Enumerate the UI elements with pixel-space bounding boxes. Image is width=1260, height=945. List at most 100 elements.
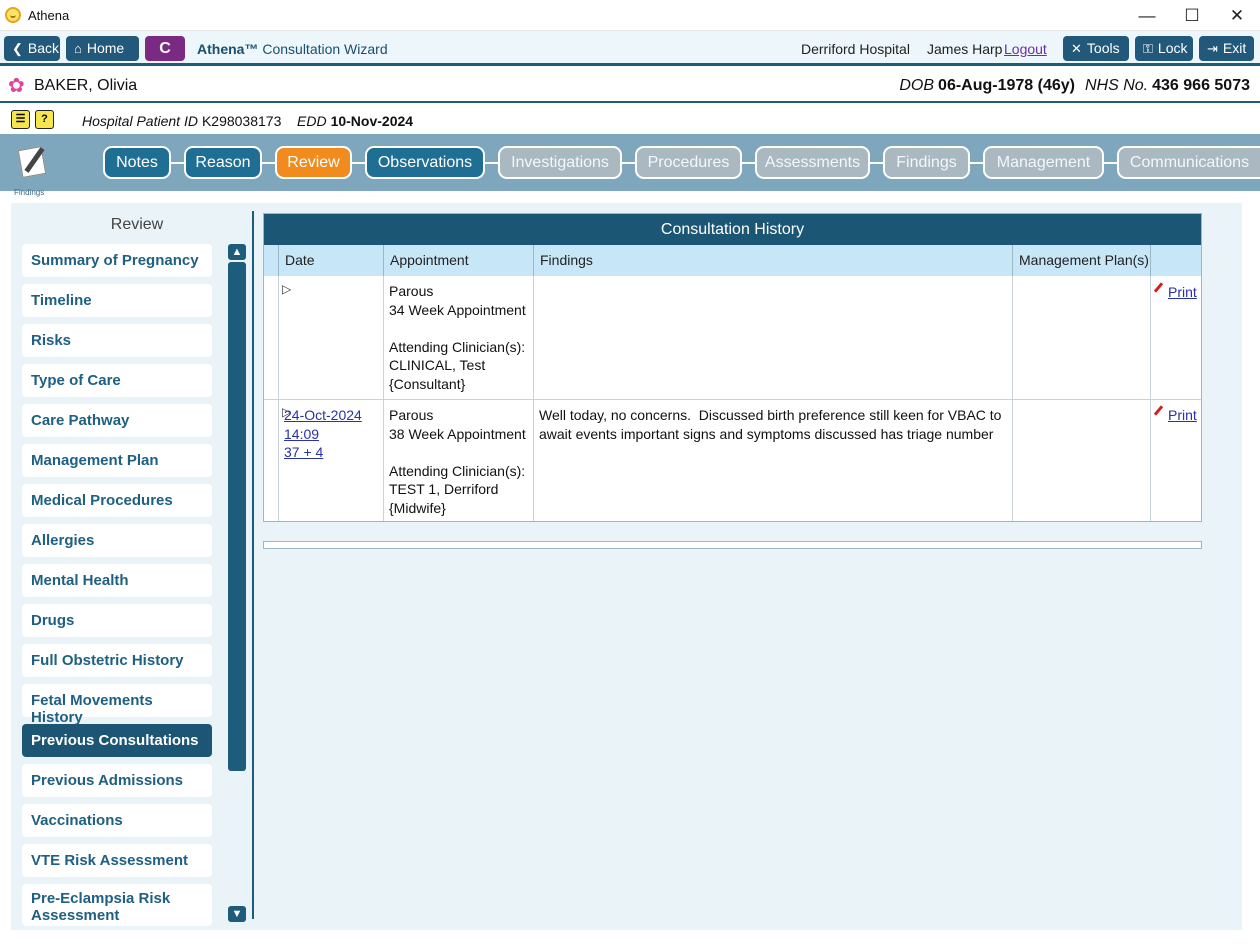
column-header-appointment[interactable]: Appointment (384, 245, 534, 276)
back-label: Back (27, 40, 60, 56)
minimize-button[interactable]: — (1124, 0, 1170, 31)
patient-banner: ✿ BAKER, Olivia DOB 06-Aug-1978 (46y) NHS … (0, 69, 1260, 103)
lock-label: Lock (1157, 40, 1188, 56)
list-help-icon[interactable]: ☰ (11, 110, 30, 129)
scroll-down-icon[interactable]: ▼ (228, 906, 246, 922)
sidebar-item-vte-risk-assessment[interactable]: VTE Risk Assessment (22, 844, 212, 877)
sidebar-item-full-obstetric-history[interactable]: Full Obstetric History (22, 644, 212, 677)
hospital-name: Derriford Hospital (801, 41, 910, 57)
sidebar-item-type-of-care[interactable]: Type of Care (22, 364, 212, 397)
wizard-title-text: Consultation Wizard (262, 41, 388, 57)
column-header-print (1151, 245, 1201, 276)
chevron-left-icon: ❮ (12, 41, 23, 56)
exit-label: Exit (1222, 40, 1247, 56)
tab-review[interactable]: Review (275, 146, 352, 179)
sidebar-item-previous-admissions[interactable]: Previous Admissions (22, 764, 212, 797)
sidebar-item-timeline[interactable]: Timeline (22, 284, 212, 317)
clinician-label: Attending Clinician(s): (389, 338, 526, 355)
findings-cell: Well today, no concerns. Discussed birth… (534, 400, 1013, 521)
patient-name: BAKER, Olivia (34, 77, 138, 94)
date-cell (279, 276, 384, 399)
consultation-history-table: Consultation History Date Appointment Fi… (263, 213, 1202, 522)
tab-investigations[interactable]: Investigations (498, 146, 622, 179)
sidebar-item-care-pathway[interactable]: Care Pathway (22, 404, 212, 437)
sidebar-item-summary-of-pregnancy[interactable]: Summary of Pregnancy (22, 244, 212, 277)
athena-logo-icon (5, 7, 21, 23)
sidebar-scrollbar[interactable]: ▲ ▼ (228, 244, 246, 924)
lock-icon: ⚿ (1143, 41, 1153, 56)
tab-findings[interactable]: Findings (883, 146, 970, 179)
wizard-title: Athena™ Consultation Wizard (197, 41, 388, 57)
column-header-management-plans[interactable]: Management Plan(s) (1013, 245, 1151, 276)
back-button[interactable]: ❮ Back (4, 36, 60, 61)
print-link[interactable]: Print (1168, 407, 1197, 423)
female-flower-icon: ✿ (8, 75, 25, 97)
column-header-date[interactable]: Date (279, 245, 384, 276)
edd-value: 10-Nov-2024 (330, 113, 414, 129)
scrollbar-thumb[interactable] (228, 262, 246, 771)
home-button[interactable]: ⌂ Home (66, 36, 139, 61)
date-link[interactable]: 24-Oct-2024 (284, 406, 378, 425)
exit-icon: ⇥ (1207, 41, 1218, 56)
tab-procedures[interactable]: Procedures (635, 146, 742, 179)
sidebar-title: Review (110, 216, 164, 233)
scroll-up-icon[interactable]: ▲ (228, 244, 246, 260)
tab-observations[interactable]: Observations (365, 146, 485, 179)
sidebar-item-allergies[interactable]: Allergies (22, 524, 212, 557)
sidebar-item-previous-consultations[interactable]: Previous Consultations (22, 724, 212, 757)
toolbar: ❮ Back ⌂ Home C Athena™ Consultation Wizar… (0, 31, 1260, 66)
c-button[interactable]: C (145, 36, 185, 61)
tab-reason[interactable]: Reason (184, 146, 262, 179)
home-icon: ⌂ (74, 41, 82, 56)
expander-header (264, 245, 279, 276)
help-icon[interactable]: ? (35, 110, 54, 129)
table-title: Consultation History (264, 214, 1201, 245)
print-link[interactable]: Print (1168, 284, 1197, 300)
sidebar-item-drugs[interactable]: Drugs (22, 604, 212, 637)
tab-notes[interactable]: Notes (103, 146, 171, 179)
clinician-label: Attending Clinician(s): (389, 462, 526, 479)
patient-subinfo: ☰ ? Hospital Patient ID K298038173 EDD 10-… (0, 105, 1260, 134)
user-name: James Harp (927, 41, 1003, 57)
sidebar-item-medical-procedures[interactable]: Medical Procedures (22, 484, 212, 517)
edd: EDD 10-Nov-2024 (297, 113, 413, 129)
sidebar-item-management-plan[interactable]: Management Plan (22, 444, 212, 477)
title-bar: Athena — ☐ ✕ (0, 0, 1260, 31)
expander-cell (264, 276, 279, 399)
logout-link[interactable]: Logout (1004, 41, 1047, 57)
sidebar-item-mental-health[interactable]: Mental Health (22, 564, 212, 597)
management-cell (1013, 276, 1151, 399)
sidebar-item-risks[interactable]: Risks (22, 324, 212, 357)
dob-value: 06-Aug-1978 (46y) (938, 77, 1075, 94)
tools-button[interactable]: ✕ Tools (1063, 36, 1129, 61)
sidebar-item-vaccinations[interactable]: Vaccinations (22, 804, 212, 837)
sidebar-item-fetal-movements-history[interactable]: Fetal Movements History (22, 684, 212, 726)
sidebar-item-pre-eclampsia-risk-assessment[interactable]: Pre-Eclampsia Risk Assessment (22, 884, 212, 926)
maximize-button[interactable]: ☐ (1169, 0, 1215, 31)
tab-management[interactable]: Management (983, 146, 1104, 179)
wizard-brand: Athena™ (197, 41, 259, 57)
tools-label: Tools (1086, 40, 1120, 56)
pencil-icon (1153, 283, 1163, 293)
lock-button[interactable]: ⚿ Lock (1135, 36, 1193, 61)
patient-identifiers: DOB 06-Aug-1978 (46y) NHS No. 436 966 5073 (899, 77, 1250, 95)
nhs-label: NHS No. (1085, 77, 1149, 94)
appointment-type: Parous (389, 407, 434, 423)
panel-divider (252, 211, 254, 919)
window-title: Athena (28, 8, 70, 23)
close-button[interactable]: ✕ (1214, 0, 1260, 31)
tab-communications[interactable]: Communications (1117, 146, 1260, 179)
findings-notepad-icon: Findings (14, 144, 54, 197)
hpid-value: K298038173 (201, 113, 282, 129)
tab-assessments[interactable]: Assessments (755, 146, 870, 179)
appointment-name: 34 Week Appointment (389, 301, 526, 318)
clinician-name: TEST 1, Derriford (389, 481, 499, 497)
time-link[interactable]: 14:09 (284, 425, 378, 444)
gestation-link[interactable]: 37 + 4 (284, 443, 378, 462)
exit-button[interactable]: ⇥ Exit (1199, 36, 1254, 61)
column-header-findings[interactable]: Findings (534, 245, 1013, 276)
edd-label: EDD (297, 113, 327, 129)
tools-icon: ✕ (1071, 41, 1082, 56)
horizontal-scrollbar[interactable] (263, 541, 1202, 549)
nhs-value: 436 966 5073 (1152, 77, 1250, 94)
